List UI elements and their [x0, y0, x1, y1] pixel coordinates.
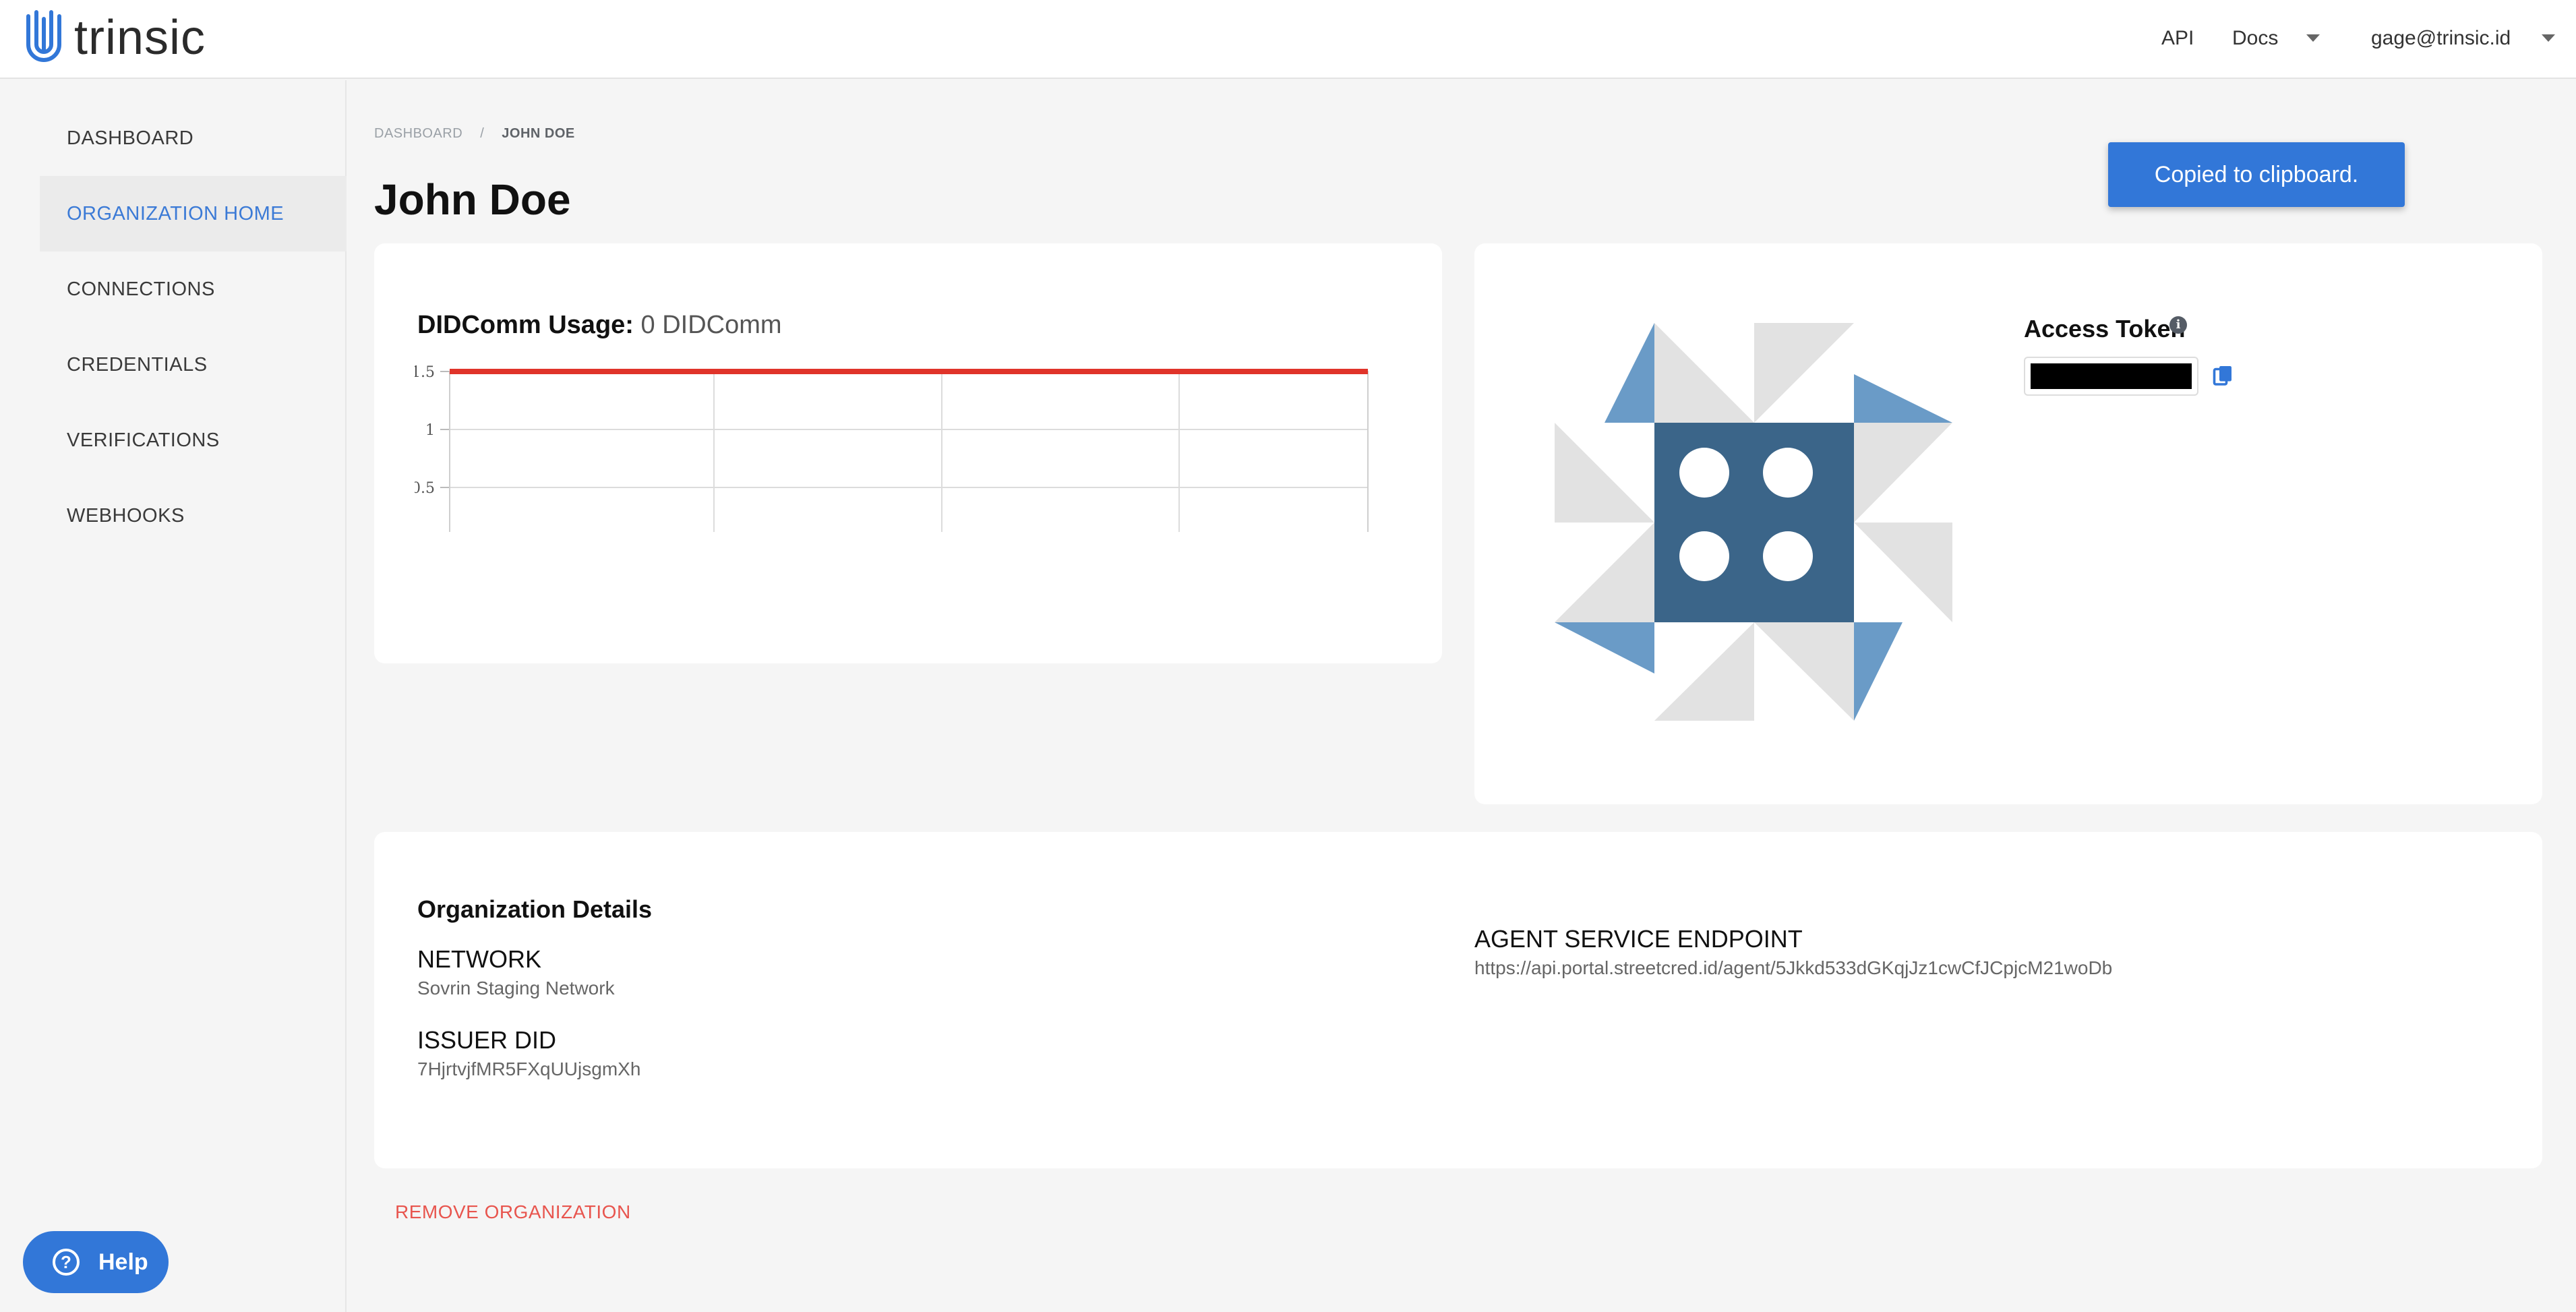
sidebar-item-credentials[interactable]: CREDENTIALS: [40, 327, 347, 402]
agent-endpoint-value: https://api.portal.streetcred.id/agent/5…: [1474, 957, 2113, 978]
identicon-tri: [1754, 323, 1854, 423]
identicon-tri: [1854, 622, 1903, 721]
issuer-did-value: 7HjrtvjfMR5FXqUUjsgmXh: [417, 1058, 641, 1079]
agent-endpoint-label: AGENT SERVICE ENDPOINT: [1474, 925, 1803, 953]
identicon-tri: [1605, 323, 1654, 423]
access-token-field[interactable]: [2024, 357, 2198, 396]
identicon-tri: [1854, 423, 1952, 523]
identicon-tri: [1555, 622, 1654, 674]
network-label: NETWORK: [417, 945, 541, 973]
brand-name: trinsic: [74, 11, 206, 65]
user-menu[interactable]: gage@trinsic.id: [2371, 22, 2511, 55]
sidebar-item-dashboard[interactable]: DASHBOARD: [40, 100, 347, 176]
identicon-tri: [1654, 622, 1754, 721]
access-token-label: Access Token: [2024, 315, 2186, 342]
usage-title: DIDComm Usage: 0 DIDComm: [417, 308, 782, 342]
remove-organization-button[interactable]: REMOVE ORGANIZATION: [395, 1200, 631, 1224]
page-title: John Doe: [374, 175, 571, 224]
y-tick-label: 1: [425, 422, 435, 439]
identicon-tri: [1654, 323, 1754, 423]
identicon-tri: [1555, 423, 1654, 523]
brand-logo[interactable]: trinsic: [23, 9, 206, 66]
copy-icon[interactable]: [2211, 364, 2236, 388]
sidebar-item-connections[interactable]: CONNECTIONS: [40, 251, 347, 327]
details-heading: Organization Details: [417, 895, 653, 923]
docs-link[interactable]: Docs: [2232, 22, 2278, 55]
identicon-tri: [1754, 622, 1854, 721]
organization-identicon: [1555, 323, 1952, 721]
help-label: Help: [98, 1249, 148, 1275]
y-tick-label: 0.5: [415, 480, 435, 497]
top-header: trinsic API Docs gage@trinsic.id: [0, 0, 2576, 79]
identicon-dot: [1763, 448, 1813, 498]
identicon-tri: [1555, 523, 1654, 622]
breadcrumb-current: JOHN DOE: [502, 126, 575, 141]
usage-label: DIDComm Usage:: [417, 311, 634, 339]
identicon-dot: [1763, 531, 1813, 581]
y-tick-label: 1.5: [415, 364, 435, 381]
trinsic-logo-icon: [26, 10, 61, 62]
usage-chart: 00.511.5SepOctNov: [415, 364, 1369, 532]
issuer-did-label: ISSUER DID: [417, 1026, 557, 1054]
identicon-dot: [1679, 448, 1729, 498]
breadcrumb-root[interactable]: DASHBOARD: [374, 126, 462, 141]
sidebar-item-organization-home[interactable]: ORGANIZATION HOME: [40, 176, 347, 251]
api-link[interactable]: API: [2161, 22, 2194, 55]
identicon-dot: [1679, 531, 1729, 581]
docs-chevron-down-icon[interactable]: [2306, 34, 2320, 42]
breadcrumb-separator: /: [480, 126, 485, 141]
network-value: Sovrin Staging Network: [417, 978, 615, 998]
identicon-tri: [1854, 523, 1952, 622]
usage-value: 0 DIDComm: [640, 311, 782, 339]
info-icon[interactable]: i: [2169, 316, 2187, 334]
breadcrumb: DASHBOARD / JOHN DOE: [374, 125, 575, 142]
question-icon: ?: [53, 1249, 80, 1276]
sidebar-item-verifications[interactable]: VERIFICATIONS: [40, 402, 347, 478]
access-token-card: Access Token i: [1474, 243, 2542, 804]
organization-details-card: Organization Details NETWORK Sovrin Stag…: [374, 832, 2542, 1168]
plot-frame: [449, 371, 1369, 532]
sidebar-item-webhooks[interactable]: WEBHOOKS: [40, 478, 347, 554]
user-chevron-down-icon[interactable]: [2542, 34, 2555, 42]
identicon-center: [1654, 423, 1854, 622]
usage-card: DIDComm Usage: 0 DIDComm 00.511.5SepOctN…: [374, 243, 1442, 663]
sidebar: DASHBOARD ORGANIZATION HOME CONNECTIONS …: [0, 80, 347, 1312]
identicon-tri: [1854, 374, 1952, 423]
help-button[interactable]: ? Help: [23, 1231, 169, 1293]
toast-notification: Copied to clipboard.: [2108, 142, 2405, 207]
access-token-mask: [2031, 363, 2192, 389]
